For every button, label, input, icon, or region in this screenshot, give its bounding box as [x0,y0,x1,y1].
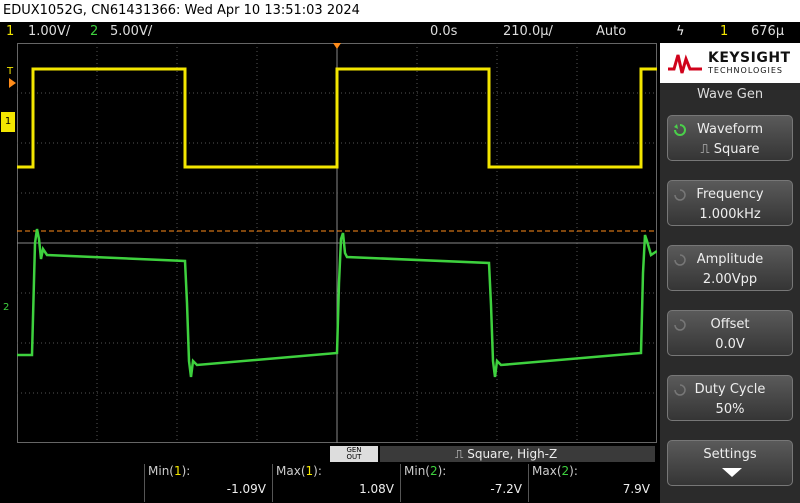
submenu-arrow-down-icon [722,468,742,477]
softkey-offset[interactable]: Offset 0.0V [667,310,793,356]
ch1-trace [17,67,657,169]
brand-name: KEYSIGHT [708,50,791,66]
title-bar: EDUX1052G, CN61431366: Wed Apr 10 13:51:… [0,0,800,22]
status-bar: 1 1.00V/ 2 5.00V/ 0.0s 210.0µ/ Auto ϟ 1 … [0,22,800,42]
trigger-T-marker: T [7,66,14,77]
keysight-wave-icon [668,54,702,74]
trigger-mode[interactable]: Auto [596,22,626,42]
window-title: EDUX1052G, CN61431366: Wed Apr 10 13:51:… [3,3,360,18]
softkey-waveform[interactable]: Waveform ⎍ Square [667,115,793,161]
menu-title: Wave Gen [696,87,764,102]
measurement-min-ch2[interactable]: Min(2): -7.2V [400,464,528,502]
softkey-duty-cycle[interactable]: Duty Cycle 50% [667,375,793,421]
measurement-min-ch1[interactable]: Min(1): -1.09V [144,464,272,502]
timebase-scale[interactable]: 210.0µ/ [503,22,553,42]
trigger-level[interactable]: 676µ [751,22,784,42]
softkey-settings[interactable]: Settings [667,440,793,486]
trigger-source[interactable]: 1 [720,22,728,42]
waveform-display[interactable] [17,43,657,443]
trigger-rising-edge-icon: ϟ [676,24,685,39]
horizontal-delay[interactable]: 0.0s [430,22,457,42]
ch1-scale[interactable]: 1.00V/ [28,22,70,42]
gen-out-indicator[interactable]: GEN OUT [330,446,378,462]
measurement-max-ch2[interactable]: Max(2): 7.9V [528,464,656,502]
ch2-scale[interactable]: 5.00V/ [110,22,152,42]
ch1-number[interactable]: 1 [6,22,14,42]
trigger-position-marker[interactable] [333,43,341,49]
measurement-max-ch1[interactable]: Max(1): 1.08V [272,464,400,502]
ch2-number[interactable]: 2 [90,22,98,42]
softkey-amplitude[interactable]: Amplitude 2.00Vpp [667,245,793,291]
softkey-frequency[interactable]: Frequency 1.000kHz [667,180,793,226]
ch1-ground-marker[interactable]: 1 [1,112,15,132]
keysight-logo: KEYSIGHT TECHNOLOGIES [660,43,800,83]
trigger-arrow-icon [9,78,16,88]
wavegen-status: ⎍ Square, High-Z [380,446,655,462]
brand-sub: TECHNOLOGIES [708,66,783,75]
softkey-panel: KEYSIGHT TECHNOLOGIES Wave Gen Waveform … [660,43,800,503]
ch2-ground-marker[interactable]: 2 [3,302,9,313]
